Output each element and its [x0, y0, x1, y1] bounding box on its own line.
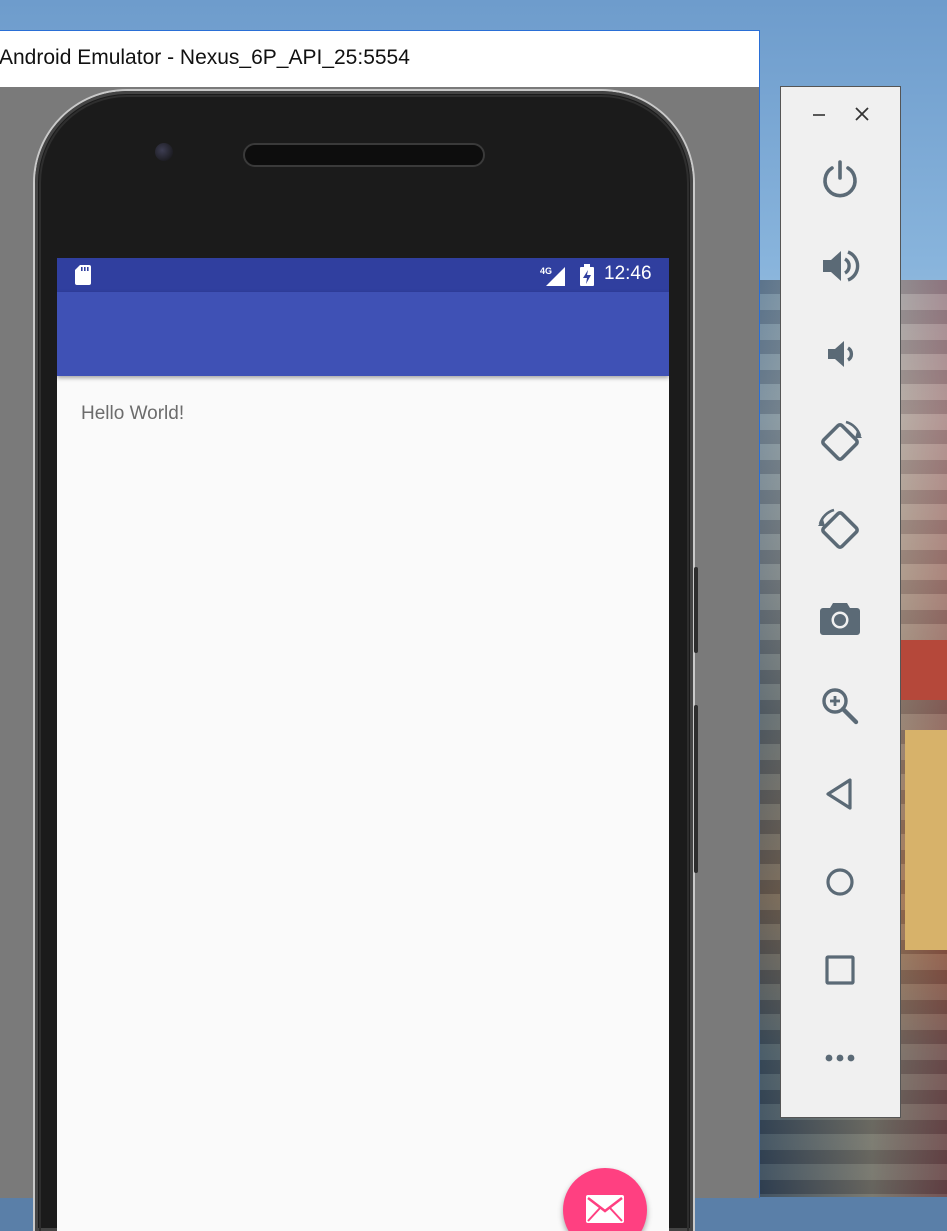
zoom-button[interactable] — [816, 682, 864, 730]
back-button[interactable] — [816, 770, 864, 818]
cell-signal-icon: 4G — [540, 266, 565, 286]
battery-charging-icon — [580, 264, 594, 286]
rotate-left-icon — [821, 420, 862, 461]
overview-icon — [825, 955, 855, 985]
wallpaper-tower — [905, 730, 947, 950]
home-button[interactable] — [816, 858, 864, 906]
device-screen[interactable]: 4G 12:46 Hello World! — [57, 258, 669, 1231]
minimize-icon — [813, 114, 825, 116]
network-type-label: 4G — [540, 266, 552, 276]
back-icon — [826, 778, 852, 810]
earpiece-speaker — [243, 143, 485, 167]
status-bar: 4G 12:46 — [57, 258, 669, 292]
zoom-icon — [822, 688, 859, 725]
camera-icon — [820, 603, 860, 635]
close-icon — [855, 107, 869, 121]
device-frame: 4G 12:46 Hello World! — [35, 91, 698, 1231]
overview-button[interactable] — [816, 946, 864, 994]
device-power-button[interactable] — [694, 567, 698, 653]
status-clock: 12:46 — [604, 263, 652, 284]
window-title: Android Emulator - Nexus_6P_API_25:5554 — [0, 46, 410, 69]
volume-up-icon — [823, 250, 860, 282]
front-camera — [155, 143, 173, 161]
app-bar — [57, 292, 669, 376]
minimize-button[interactable] — [806, 101, 832, 127]
wallpaper-roof — [900, 640, 947, 700]
rotate-left-button[interactable] — [816, 418, 864, 466]
more-button[interactable] — [816, 1034, 864, 1082]
volume-down-icon — [828, 341, 854, 367]
emulator-toolbar — [780, 86, 901, 1118]
more-icon — [825, 1054, 855, 1062]
power-button[interactable] — [816, 155, 864, 203]
volume-down-button[interactable] — [816, 330, 864, 378]
volume-up-button[interactable] — [816, 242, 864, 290]
fab-button[interactable] — [563, 1168, 647, 1231]
rotate-right-icon — [818, 508, 859, 549]
device-volume-rocker[interactable] — [694, 705, 698, 873]
power-icon — [823, 160, 857, 198]
sd-card-icon — [75, 265, 91, 285]
screenshot-button[interactable] — [816, 594, 864, 642]
window-titlebar[interactable]: Android Emulator - Nexus_6P_API_25:5554 — [0, 31, 759, 87]
close-button[interactable] — [849, 101, 875, 127]
content-text: Hello World! — [81, 403, 185, 424]
email-icon — [586, 1195, 624, 1223]
rotate-right-button[interactable] — [816, 506, 864, 554]
emulator-window: Android Emulator - Nexus_6P_API_25:5554 … — [0, 30, 760, 1231]
home-icon — [826, 868, 854, 896]
